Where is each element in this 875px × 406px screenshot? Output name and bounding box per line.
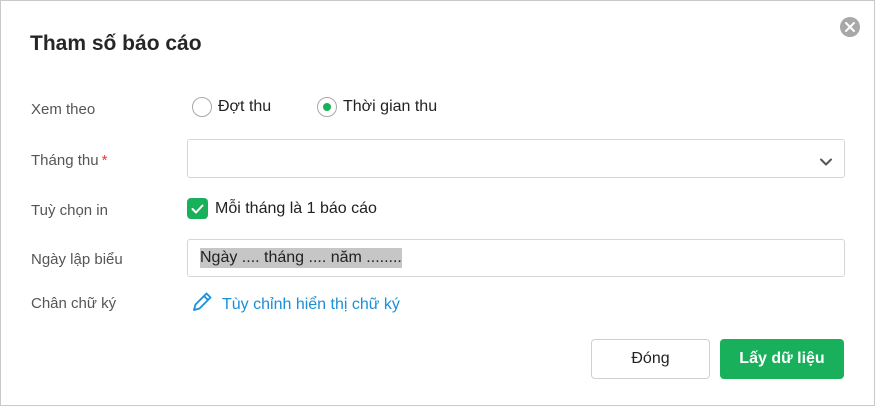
close-icon[interactable] — [840, 17, 860, 37]
report-date-input[interactable]: Ngày .... tháng .... năm ........ — [187, 239, 845, 277]
monthly-report-checkbox-label: Mỗi tháng là 1 báo cáo — [215, 199, 377, 217]
required-mark: * — [101, 152, 108, 169]
view-by-label: Xem theo — [31, 101, 96, 118]
radio-thoi-gian-thu-label: Thời gian thu — [343, 98, 438, 115]
month-label: Tháng thu * — [31, 152, 107, 169]
radio-thoi-gian-thu[interactable]: Thời gian thu — [317, 97, 437, 117]
radio-dot-thu[interactable]: Đợt thu — [192, 97, 271, 117]
dialog-title: Tham số báo cáo — [30, 32, 202, 55]
report-date-label: Ngày lập biểu — [31, 251, 123, 268]
monthly-report-checkbox[interactable]: Mỗi tháng là 1 báo cáo — [187, 198, 377, 219]
report-date-value: Ngày .... tháng .... năm ........ — [200, 248, 402, 268]
radio-unchecked-icon[interactable] — [192, 97, 212, 117]
checkmark-icon[interactable] — [187, 198, 208, 219]
get-data-button[interactable]: Lấy dữ liệu — [720, 339, 844, 379]
month-select[interactable] — [187, 139, 845, 178]
customize-signature-label: Tùy chỉnh hiển thị chữ ký — [222, 295, 400, 313]
pencil-icon[interactable] — [191, 291, 213, 318]
radio-checked-icon[interactable] — [317, 97, 337, 117]
print-option-label: Tuỳ chọn in — [31, 202, 108, 219]
report-params-dialog: Tham số báo cáo Xem theo Đợt thu Thời gi… — [0, 0, 875, 406]
signature-label: Chân chữ ký — [31, 295, 117, 312]
close-button[interactable]: Đóng — [591, 339, 710, 379]
month-label-text: Tháng thu — [31, 152, 99, 169]
chevron-down-icon[interactable] — [820, 153, 832, 171]
radio-dot-thu-label: Đợt thu — [218, 98, 272, 115]
customize-signature-link[interactable]: Tùy chỉnh hiển thị chữ ký — [191, 291, 400, 318]
